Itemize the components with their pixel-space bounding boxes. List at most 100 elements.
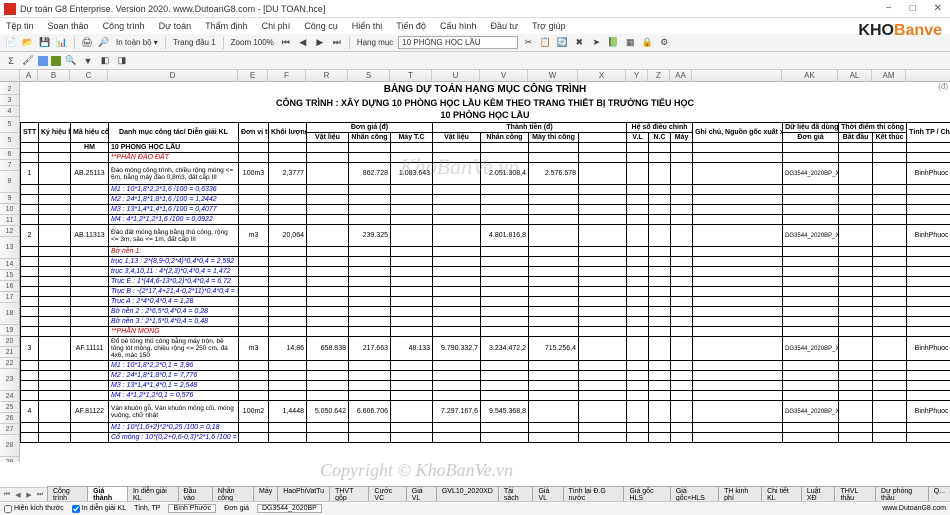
col-Y[interactable]: Y bbox=[626, 70, 648, 81]
col-C[interactable]: C bbox=[70, 70, 108, 81]
paste-icon[interactable]: 📋 bbox=[538, 36, 552, 50]
col-A[interactable]: A bbox=[20, 70, 38, 81]
minimize-button[interactable]: − bbox=[882, 3, 896, 14]
filter-icon[interactable]: ▼ bbox=[81, 54, 95, 68]
val-dg[interactable]: DG3544_2020BP bbox=[257, 504, 322, 513]
brush-icon[interactable]: 🖌 bbox=[21, 54, 35, 68]
table-row[interactable]: Trục E : 1*(44,6-13*0,2)*0,4*0,4 = 6,72 bbox=[21, 277, 950, 287]
nav-next-icon[interactable]: ▶ bbox=[313, 36, 327, 50]
delete-icon[interactable]: ✖ bbox=[572, 36, 586, 50]
menu-project[interactable]: Công trình bbox=[103, 21, 145, 31]
table-row[interactable]: Trục A : 2*4*0,4*0,4 = 1,28 bbox=[21, 297, 950, 307]
col-F[interactable]: F bbox=[268, 70, 306, 81]
col-E[interactable]: E bbox=[238, 70, 268, 81]
page-first-label[interactable]: Trang đầu 1 bbox=[171, 38, 218, 47]
print-all-dropdown[interactable]: In toàn bộ ▾ bbox=[114, 38, 160, 47]
sum-icon[interactable]: Σ bbox=[4, 54, 18, 68]
menu-invest[interactable]: Đầu tư bbox=[490, 21, 518, 31]
fill-blue-icon[interactable] bbox=[38, 56, 48, 66]
table-row[interactable]: trục 1,13 : 2*(8,9-0,2*4)*0,4*0,4 = 2,59… bbox=[21, 257, 950, 267]
table-row[interactable]: M1 : 10*1,8*2,2*1,6 /100 = 0,6336 bbox=[21, 185, 950, 195]
menu-cost[interactable]: Chi phí bbox=[262, 21, 291, 31]
grid[interactable]: BẢNG DỰ TOÁN HẠNG MỤC CÔNG TRÌNH CÔNG TR… bbox=[20, 82, 950, 443]
excel-icon[interactable]: 📗 bbox=[606, 36, 620, 50]
menu-help[interactable]: Trợ giúp bbox=[532, 21, 566, 31]
grid-icon[interactable]: ▦ bbox=[623, 36, 637, 50]
table-row[interactable]: **PHẦN ĐÀO ĐẤT bbox=[21, 153, 950, 163]
print-icon[interactable]: 🖨 bbox=[80, 36, 94, 50]
chk-print-kl[interactable]: In diễn giải KL bbox=[72, 505, 126, 513]
maximize-button[interactable]: □ bbox=[906, 3, 920, 14]
item-dropdown[interactable]: 10 PHÒNG HỌC LẦU bbox=[398, 36, 518, 49]
open-icon[interactable]: 📂 bbox=[21, 36, 35, 50]
nav-first-icon[interactable]: ⏮ bbox=[279, 36, 293, 50]
tab-nav-prev-icon[interactable]: ◀ bbox=[13, 491, 23, 499]
table-row[interactable]: **PHẦN MÓNG bbox=[21, 327, 950, 337]
col-S[interactable]: S bbox=[348, 70, 390, 81]
sheet-area[interactable]: 2345567891011121314151617181920212223242… bbox=[0, 82, 950, 462]
table-row[interactable]: HM10 PHÒNG HỌC LẦU bbox=[21, 143, 950, 153]
table-row[interactable]: Trục B : -(2*17,4+21,4-0,2*11)*0,4*0,4 =… bbox=[21, 287, 950, 297]
menu-view[interactable]: Hiển thị bbox=[352, 21, 383, 31]
menu-progress[interactable]: Tiến độ bbox=[396, 21, 426, 31]
chk-show-dim[interactable]: Hiện kích thước bbox=[4, 505, 64, 513]
nav-last-icon[interactable]: ⏭ bbox=[330, 36, 344, 50]
arrow-icon[interactable]: ➤ bbox=[589, 36, 603, 50]
table-row[interactable]: M2 : 24*1,8*1,8*1,6 /100 = 1,2442 bbox=[21, 195, 950, 205]
table-row[interactable]: 3AF.11111Đổ bê tông thủ công bằng máy tr… bbox=[21, 337, 950, 361]
estimate-table[interactable]: STT Ký hiệu bản vẽ Mã hiệu công tác Danh… bbox=[20, 122, 950, 443]
col-T[interactable]: T bbox=[390, 70, 432, 81]
menu-estimate[interactable]: Dự toán bbox=[159, 21, 192, 31]
table-row[interactable]: M4 : 4*1,2*1,2*0,1 = 0,576 bbox=[21, 391, 950, 401]
table-row[interactable]: M4 : 4*1,2*1,2*1,6 /100 = 0,0922 bbox=[21, 215, 950, 225]
tab-nav-last-icon[interactable]: ⏭ bbox=[35, 491, 45, 499]
settings-icon[interactable]: ⚙ bbox=[657, 36, 671, 50]
search-icon[interactable]: 🔍 bbox=[64, 54, 78, 68]
tool2-icon[interactable]: ◨ bbox=[115, 54, 129, 68]
table-row[interactable]: Cổ móng : 10*(0,2+0,6-0,3)*2*1,6 /100 = … bbox=[21, 433, 950, 443]
menu-appraise[interactable]: Thẩm định bbox=[205, 21, 248, 31]
cut-icon[interactable]: ✂ bbox=[521, 36, 535, 50]
menu-file[interactable]: Tệp tin bbox=[6, 21, 34, 31]
col-B[interactable]: B bbox=[38, 70, 70, 81]
col-ghichu[interactable] bbox=[692, 70, 782, 81]
col-AA[interactable]: AA bbox=[670, 70, 692, 81]
col-W[interactable]: W bbox=[528, 70, 578, 81]
col-AM[interactable]: AM bbox=[872, 70, 906, 81]
menu-edit[interactable]: Soạn thảo bbox=[48, 21, 89, 31]
col-U[interactable]: U bbox=[432, 70, 480, 81]
save-icon[interactable]: 💾 bbox=[38, 36, 52, 50]
nav-prev-icon[interactable]: ◀ bbox=[296, 36, 310, 50]
table-row[interactable]: Bờ nền 1: bbox=[21, 247, 950, 257]
col-R[interactable]: R bbox=[306, 70, 348, 81]
menu-config[interactable]: Cấu hình bbox=[440, 21, 477, 31]
table-row[interactable]: M1 : 10*(1,6+2)*2*0,25 /100 = 0,18 bbox=[21, 423, 950, 433]
table-row[interactable]: M3 : 13*1,4*1,4*1,6 /100 = 0,4077 bbox=[21, 205, 950, 215]
table-row[interactable]: M2 : 24*1,8*1,8*0,1 = 7,776 bbox=[21, 371, 950, 381]
fill-green-icon[interactable] bbox=[51, 56, 61, 66]
tab-nav-next-icon[interactable]: ▶ bbox=[24, 491, 34, 499]
table-row[interactable]: 4AF.81122Ván khuôn gỗ, Ván khuôn móng cố… bbox=[21, 401, 950, 423]
col-AK[interactable]: AK bbox=[782, 70, 838, 81]
tool1-icon[interactable]: ◧ bbox=[98, 54, 112, 68]
table-row[interactable]: M3 : 13*1,4*1,4*0,1 = 2,548 bbox=[21, 381, 950, 391]
table-row[interactable]: 2AB.11313Đào đất móng bằng bằng thủ công… bbox=[21, 225, 950, 247]
zoom-label[interactable]: Zoom 100% bbox=[229, 38, 276, 47]
lock-icon[interactable]: 🔒 bbox=[640, 36, 654, 50]
tab-nav-first-icon[interactable]: ⏮ bbox=[2, 491, 12, 499]
table-row[interactable]: trục 3,4,10,11 : 4*(2,3)*0,4*0,4 = 1,472 bbox=[21, 267, 950, 277]
col-Z[interactable]: Z bbox=[648, 70, 670, 81]
table-row[interactable]: Bờ nền 3 : 2*1,5*0,4*0,4 = 0,48 bbox=[21, 317, 950, 327]
new-icon[interactable]: 📄 bbox=[4, 36, 18, 50]
col-AL[interactable]: AL bbox=[838, 70, 872, 81]
table-row[interactable]: M1 : 10*1,8*2,2*0,1 = 3,96 bbox=[21, 361, 950, 371]
refresh-icon[interactable]: 🔄 bbox=[555, 36, 569, 50]
close-button[interactable]: ✕ bbox=[930, 3, 946, 14]
col-D[interactable]: D bbox=[108, 70, 238, 81]
menu-tools[interactable]: Công cụ bbox=[304, 21, 338, 31]
preview-icon[interactable]: 🔎 bbox=[97, 36, 111, 50]
table-row[interactable]: 1AB.25113Đào móng công trình, chiều rộng… bbox=[21, 163, 950, 185]
export-icon[interactable]: 📊 bbox=[55, 36, 69, 50]
table-row[interactable]: Bờ nền 2 : 2*6,5*0,4*0,4 = 0,28 bbox=[21, 307, 950, 317]
col-X[interactable]: X bbox=[578, 70, 626, 81]
